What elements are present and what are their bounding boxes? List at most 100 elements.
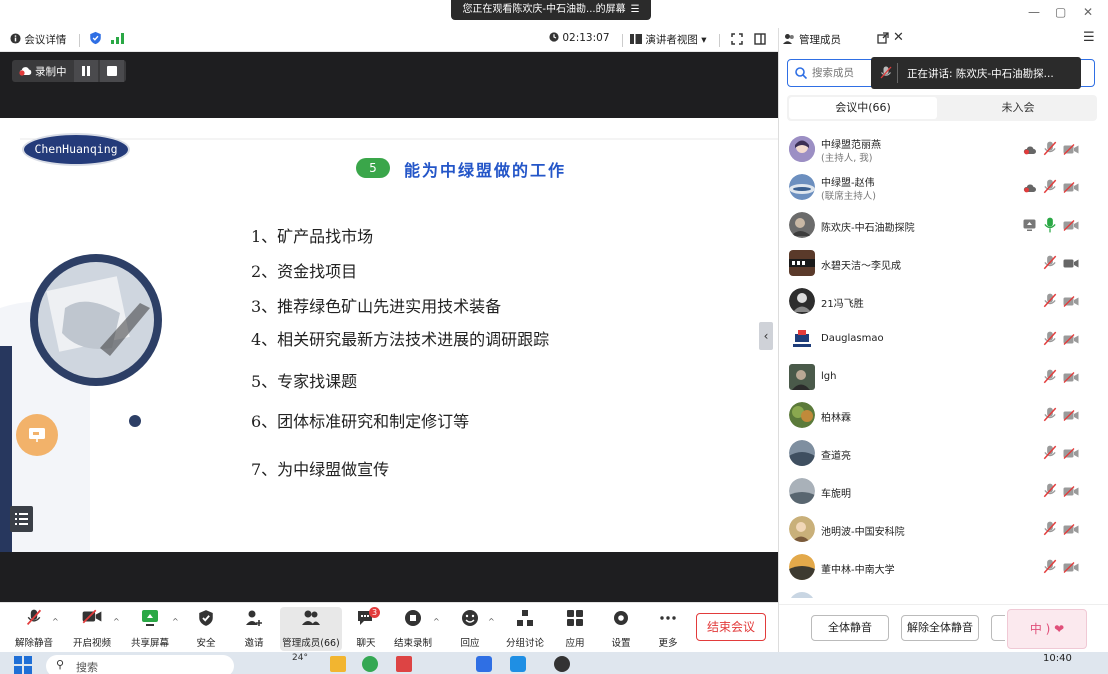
mic-muted-icon[interactable] <box>1043 521 1057 537</box>
title-bar: 您正在观看陈欢庆-中石油勘...的屏幕 ☰ — ▢ ✕ <box>0 0 1108 28</box>
camera-icon[interactable] <box>1063 258 1079 269</box>
signal-strength-icon[interactable] <box>111 33 125 47</box>
unmute-all-button[interactable]: 解除全体静音 <box>901 615 979 641</box>
mute-all-button[interactable]: 全体静音 <box>811 615 889 641</box>
side-panel-toggle-icon[interactable] <box>754 33 766 48</box>
menu-icon[interactable]: ☰ <box>631 4 640 15</box>
settings-button[interactable]: 设置 <box>602 607 640 651</box>
close-button[interactable]: ✕ <box>1083 5 1093 19</box>
member-row[interactable]: 查道亮 <box>779 434 1101 472</box>
browser-icon[interactable] <box>362 656 378 672</box>
share-screen-button[interactable]: 共享屏幕 <box>126 607 174 651</box>
mic-muted-icon[interactable] <box>1043 483 1057 499</box>
avatar <box>789 516 815 542</box>
member-row[interactable]: 车旎明 <box>779 472 1101 510</box>
camera-off-icon[interactable] <box>1063 562 1079 573</box>
breakout-rooms-button[interactable]: 分组讨论 <box>502 607 548 651</box>
mic-muted-icon[interactable] <box>1043 369 1057 385</box>
stop-recording-toolbar-button[interactable]: 结束录制 <box>390 607 436 651</box>
member-row[interactable]: 柏林霖 <box>779 396 1101 434</box>
mic-muted-icon[interactable] <box>1043 331 1057 347</box>
collapse-panel-button[interactable]: ‹ <box>759 322 773 350</box>
camera-off-icon[interactable] <box>1063 334 1079 345</box>
mic-muted-icon[interactable] <box>1043 293 1057 309</box>
member-row[interactable]: 池明波-中国安科院 <box>779 510 1101 548</box>
member-row[interactable] <box>779 586 1101 598</box>
chat-button[interactable]: 3 聊天 <box>350 607 382 651</box>
member-row[interactable]: 中绿盟-赵伟 (联席主持人) <box>779 168 1101 206</box>
member-row[interactable]: 陈欢庆-中石油勘探院 <box>779 206 1101 244</box>
close-panel-icon[interactable]: ✕ <box>893 30 904 45</box>
security-shield-icon[interactable] <box>89 31 102 48</box>
more-button[interactable]: 更多 <box>648 607 688 651</box>
recording-label: 录制中 <box>35 66 67 78</box>
security-button[interactable]: 安全 <box>186 607 226 651</box>
camera-off-icon[interactable] <box>1063 448 1079 459</box>
unmute-button[interactable]: 解除静音 <box>10 607 58 651</box>
more-options-button[interactable] <box>991 615 1005 641</box>
chevron-up-icon[interactable]: ^ <box>488 617 495 626</box>
camera-off-icon[interactable] <box>1063 144 1079 155</box>
member-row[interactable]: 中绿盟范丽燕 (主持人, 我) <box>779 130 1101 168</box>
app-icon[interactable] <box>510 656 526 672</box>
meeting-app-icon[interactable] <box>476 656 492 672</box>
chevron-up-icon[interactable]: ^ <box>113 617 120 626</box>
member-row[interactable]: Dauglasmao <box>779 320 1101 358</box>
member-list: 中绿盟范丽燕 (主持人, 我) 中绿盟-赵伟 (联席主持人) 陈欢庆-中石油勘探… <box>779 130 1101 598</box>
popout-icon[interactable] <box>877 32 889 47</box>
pause-recording-button[interactable] <box>74 60 98 82</box>
camera-off-icon[interactable] <box>1063 296 1079 307</box>
chevron-up-icon[interactable]: ^ <box>433 617 440 626</box>
meeting-details-button[interactable]: 会议详情 <box>10 32 66 47</box>
mic-muted-icon[interactable] <box>1043 559 1057 575</box>
reactions-button[interactable]: 回应 <box>452 607 488 651</box>
camera-off-icon[interactable] <box>1063 372 1079 383</box>
view-mode-dropdown[interactable]: 演讲者视图 ▾ <box>630 32 706 47</box>
camera-off-icon[interactable] <box>1063 410 1079 421</box>
mic-muted-icon[interactable] <box>1043 179 1057 195</box>
mic-muted-icon[interactable] <box>1043 141 1057 157</box>
member-row[interactable]: lgh <box>779 358 1101 396</box>
more-icon <box>660 616 676 620</box>
tab-in-meeting[interactable]: 会议中(66) <box>789 97 937 119</box>
hamburger-menu-icon[interactable]: ☰ <box>1083 30 1095 45</box>
windows-start-icon[interactable] <box>14 656 32 674</box>
camera-off-icon[interactable] <box>1063 182 1079 193</box>
chevron-down-icon: ▾ <box>701 34 707 46</box>
end-meeting-button[interactable]: 结束会议 <box>696 613 766 641</box>
mic-muted-icon[interactable] <box>1043 255 1057 271</box>
member-row[interactable]: 水碧天洁～李见成 <box>779 244 1101 282</box>
mic-muted-icon[interactable] <box>1043 407 1057 423</box>
fullscreen-icon[interactable] <box>731 33 743 48</box>
tab-not-joined[interactable]: 未入会 <box>943 97 1093 119</box>
member-row[interactable]: 21冯飞胜 <box>779 282 1101 320</box>
mic-muted-icon[interactable] <box>1043 445 1057 461</box>
slide-list-button[interactable] <box>10 506 33 532</box>
app-icon[interactable] <box>554 656 570 672</box>
breakout-label: 分组讨论 <box>505 638 544 649</box>
minimize-button[interactable]: — <box>1028 5 1040 19</box>
camera-off-icon[interactable] <box>1063 220 1079 231</box>
app-icon[interactable] <box>396 656 412 672</box>
member-row[interactable]: 董中林-中南大学 <box>779 548 1101 586</box>
stop-recording-button[interactable] <box>100 60 124 82</box>
start-video-button[interactable]: 开启视频 <box>66 607 118 651</box>
annotate-button[interactable] <box>16 414 58 456</box>
member-name: 柏林霖 <box>821 413 851 424</box>
chevron-up-icon[interactable]: ^ <box>172 617 179 626</box>
manage-members-label: 管理成员(66) <box>282 638 340 649</box>
chevron-up-icon[interactable]: ^ <box>52 617 59 626</box>
file-explorer-icon[interactable] <box>330 656 346 672</box>
shield-icon <box>199 610 213 626</box>
mic-active-icon[interactable] <box>1043 217 1057 233</box>
search-input[interactable] <box>812 64 872 82</box>
taskbar-search-box[interactable]: ⚲ 搜索 <box>46 655 234 674</box>
list-icon <box>15 513 28 525</box>
invite-button[interactable]: 邀请 <box>234 607 274 651</box>
apps-button[interactable]: 应用 <box>556 607 594 651</box>
camera-off-icon[interactable] <box>1063 486 1079 497</box>
watching-screen-banner[interactable]: 您正在观看陈欢庆-中石油勘...的屏幕 ☰ <box>451 0 651 20</box>
restore-button[interactable]: ▢ <box>1055 5 1066 19</box>
manage-members-button[interactable]: 管理成员(66) <box>280 607 342 651</box>
camera-off-icon[interactable] <box>1063 524 1079 535</box>
